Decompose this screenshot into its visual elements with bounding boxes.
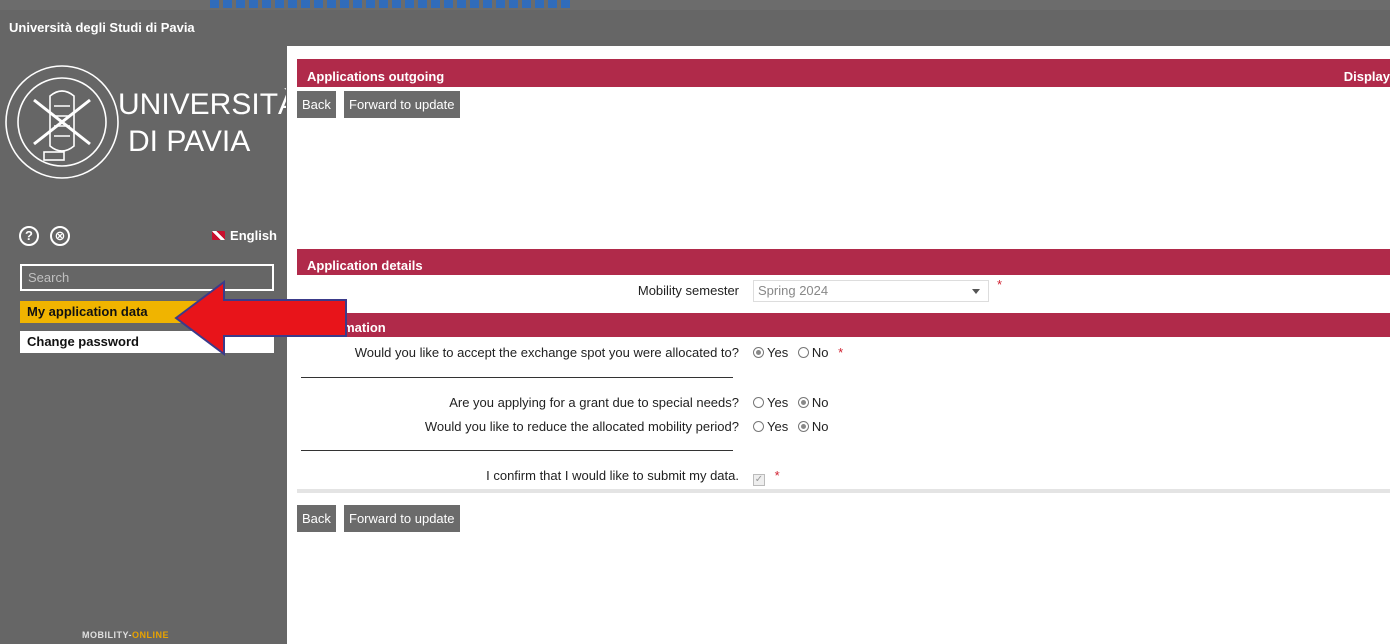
section-general-information: l information	[297, 313, 1390, 337]
yes-label: Yes	[767, 395, 789, 410]
section-title: Application details	[307, 258, 423, 273]
confirm-checkbox[interactable]: ✓	[753, 474, 765, 486]
forward-to-update-button[interactable]: Forward to update	[344, 91, 460, 118]
cut-off-link-text	[210, 0, 570, 8]
university-logo: UNIVERSITÀ DI PAVIA	[5, 65, 286, 179]
page-title-bar: Applications outgoing Display	[297, 59, 1390, 87]
mobility-semester-label: Mobility semester	[637, 283, 739, 298]
university-seal-icon	[5, 65, 119, 179]
divider	[301, 450, 733, 451]
site-title: Università degli Studi di Pavia	[9, 20, 195, 35]
mobility-semester-row: Mobility semester Spring 2024 *	[297, 277, 1390, 302]
forward-to-update-button-bottom[interactable]: Forward to update	[344, 505, 460, 532]
required-marker: *	[838, 345, 844, 360]
footer-logo-part-b: ONLINE	[132, 630, 170, 640]
confirm-row: I confirm that I would like to submit my…	[297, 465, 1390, 487]
reduce-period-label: Would you like to reduce the allocated m…	[424, 419, 739, 434]
special-no-radio[interactable]	[797, 397, 809, 408]
help-icon[interactable]: ?	[19, 226, 39, 246]
no-label: No	[811, 395, 829, 410]
accept-spot-label: Would you like to accept the exchange sp…	[354, 345, 739, 360]
section-application-details: Application details	[297, 249, 1390, 275]
special-needs-options: Yes No	[753, 392, 828, 414]
reduce-yes-radio[interactable]	[753, 421, 764, 432]
confirm-label: I confirm that I would like to submit my…	[486, 468, 739, 483]
accept-yes-radio[interactable]	[753, 347, 764, 358]
reduce-period-row: Would you like to reduce the allocated m…	[297, 416, 1390, 438]
header-bar: Università degli Studi di Pavia	[0, 10, 1390, 46]
logo-text-line1: UNIVERSITÀ	[118, 88, 286, 121]
accept-spot-row: Would you like to accept the exchange sp…	[297, 342, 1390, 364]
yes-label: Yes	[767, 419, 789, 434]
divider	[301, 377, 733, 378]
language-switch[interactable]: English	[212, 228, 277, 243]
mobility-online-logo: MOBILITY-ONLINE	[82, 630, 169, 640]
reduce-no-radio[interactable]	[797, 421, 809, 432]
special-needs-row: Are you applying for a grant due to spec…	[297, 392, 1390, 414]
close-icon[interactable]: ⊗	[50, 226, 70, 246]
uk-flag-icon	[212, 231, 226, 240]
footer-logo-part-a: MOBILITY-	[82, 630, 132, 640]
accept-no-radio[interactable]	[797, 347, 809, 358]
back-button[interactable]: Back	[297, 91, 336, 118]
required-marker: *	[997, 277, 1003, 292]
top-bar: Università degli Studi di Pavia	[0, 0, 1390, 46]
special-yes-radio[interactable]	[753, 397, 764, 408]
special-needs-label: Are you applying for a grant due to spec…	[449, 395, 739, 410]
logo-text-line2: DI PAVIA	[128, 125, 250, 158]
title-bar-right-label: Display	[1343, 69, 1390, 84]
reduce-period-options: Yes No	[753, 416, 828, 438]
no-label: No	[811, 419, 829, 434]
language-label: English	[230, 228, 277, 243]
mobility-semester-select[interactable]: Spring 2024	[753, 280, 989, 302]
red-arrow-annotation	[174, 280, 347, 356]
back-button-bottom[interactable]: Back	[297, 505, 336, 532]
section-end-rule	[297, 489, 1390, 493]
page-title: Applications outgoing	[307, 69, 445, 84]
no-label: No	[811, 345, 829, 360]
confirm-options: ✓ *	[753, 465, 780, 487]
main-content: Applications outgoing Display Back Forwa…	[287, 46, 1390, 644]
required-marker: *	[774, 468, 780, 483]
yes-label: Yes	[767, 345, 789, 360]
accept-spot-options: Yes No *	[753, 342, 843, 364]
selected-value: Spring 2024	[758, 283, 829, 298]
sidebar-toolbar: ? ⊗ English	[19, 226, 277, 250]
chevron-down-icon	[972, 289, 980, 294]
